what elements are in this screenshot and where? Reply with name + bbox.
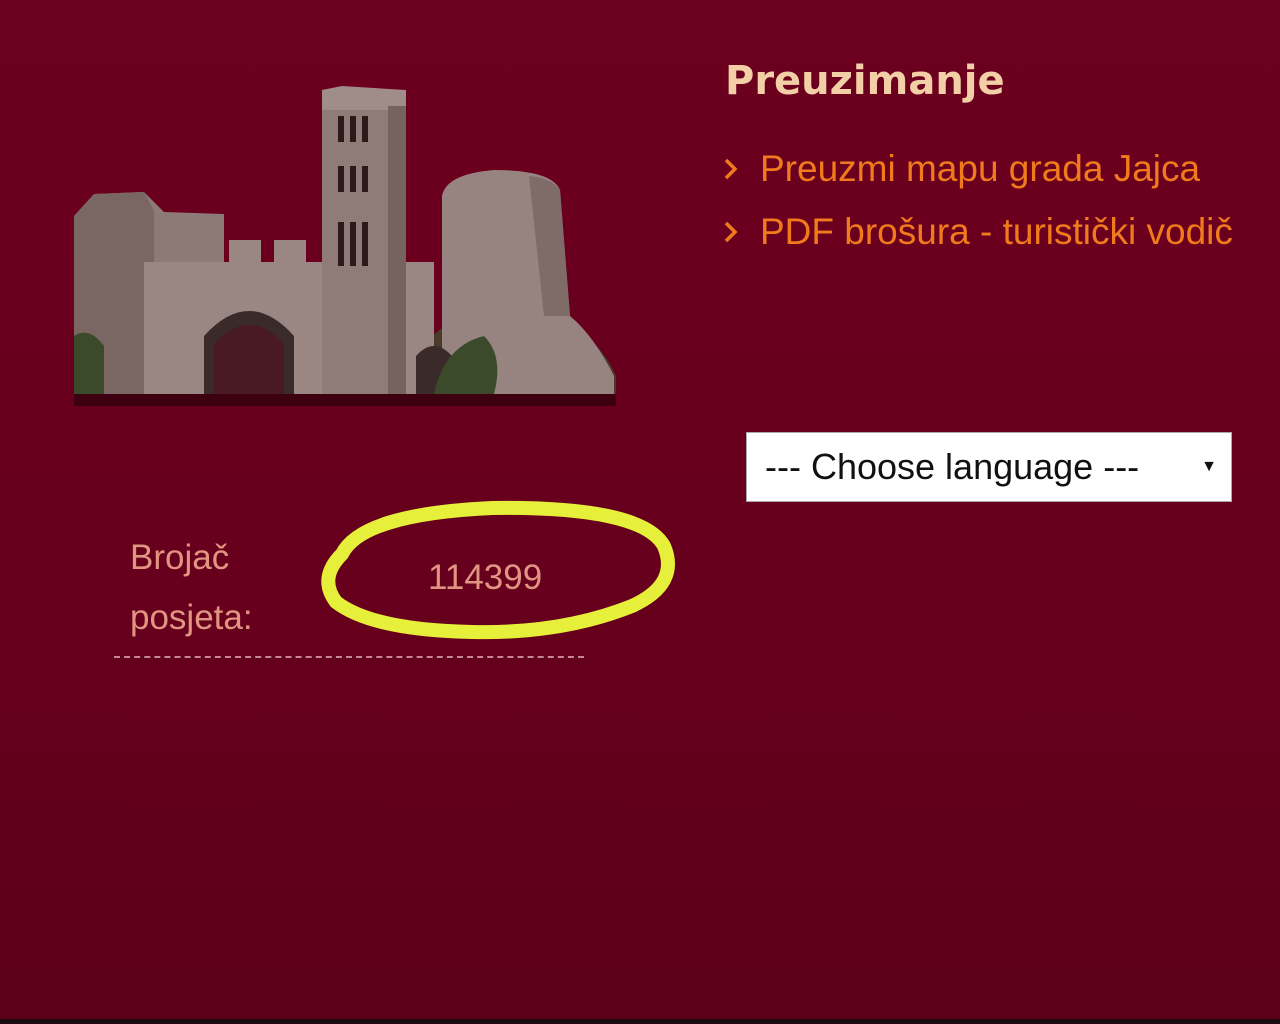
- download-map-label[interactable]: Preuzmi mapu grada Jajca: [760, 140, 1200, 197]
- counter-divider: [114, 656, 584, 658]
- chevron-right-icon: [724, 158, 738, 180]
- bottom-strip: [0, 1019, 1280, 1024]
- chevron-right-icon: [724, 221, 738, 243]
- downloads-heading: Preuzimanje: [725, 58, 1005, 104]
- download-map-link[interactable]: Preuzmi mapu grada Jajca: [722, 146, 1252, 197]
- language-select-value: --- Choose language ---: [765, 446, 1140, 487]
- downloads-list: Preuzmi mapu grada Jajca PDF brošura - t…: [722, 146, 1252, 272]
- download-brochure-link[interactable]: PDF brošura - turistički vodič: [722, 209, 1252, 260]
- language-select[interactable]: --- Choose language --- ▼: [746, 432, 1232, 502]
- dropdown-arrow-icon: ▼: [1201, 458, 1217, 475]
- visitor-counter-label: Brojač posjeta:: [130, 538, 253, 637]
- castle-illustration: [74, 86, 616, 406]
- download-brochure-label[interactable]: PDF brošura - turistički vodič: [760, 203, 1233, 260]
- highlight-circle-annotation: [321, 500, 675, 640]
